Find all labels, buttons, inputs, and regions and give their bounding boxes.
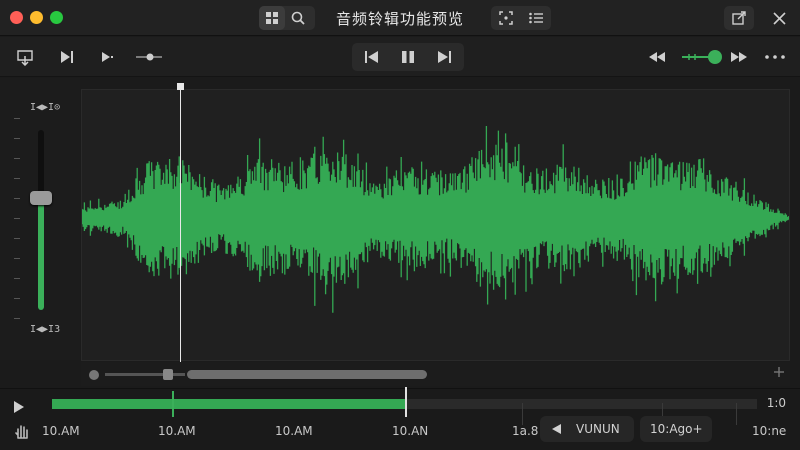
share-icon: [732, 11, 746, 25]
skip-back-button[interactable]: [354, 43, 390, 71]
gain-slider-thumb[interactable]: [30, 191, 52, 206]
gain-ticks: [14, 118, 22, 319]
time-label-3: 10.AM: [275, 424, 313, 438]
list-icon: [529, 12, 543, 24]
title-bar: 音频铃辑功能预览: [0, 0, 800, 36]
more-icon: [765, 55, 785, 59]
zoom-dot[interactable]: [89, 370, 99, 380]
skip-back-icon: [365, 51, 378, 63]
waveform-view[interactable]: [81, 89, 790, 361]
timeline-position-marker[interactable]: [404, 387, 407, 417]
focus-icon: [499, 11, 513, 25]
time-label-2: 10.AM: [158, 424, 196, 438]
volume-slider[interactable]: [680, 45, 724, 69]
fast-forward-icon: [731, 52, 747, 62]
play-icon: [102, 52, 113, 62]
pause-icon: [402, 51, 414, 63]
gain-top-label: Ι◀▶Ι⊙: [30, 102, 61, 113]
playhead[interactable]: [180, 84, 181, 368]
search-icon: [291, 11, 305, 25]
plus-icon: [774, 367, 784, 377]
more-button[interactable]: [762, 45, 788, 69]
play-next-button[interactable]: [56, 45, 78, 69]
timeline: 1:0 10.AM 10.AM 10.AM 10.AN 1a.8 VUNUN 1…: [0, 387, 800, 450]
grid-icon: [266, 12, 278, 24]
timeline-progress: [52, 399, 405, 409]
view-search-group: [259, 6, 315, 30]
zoom-in-button[interactable]: [774, 365, 784, 381]
waveform-graphic: [82, 126, 789, 313]
timeline-tick: [736, 403, 737, 425]
level-icon: [136, 53, 162, 61]
window-title: 音频铃辑功能预览: [0, 8, 800, 29]
triangle-left-icon: [552, 424, 561, 434]
timeline-start-marker[interactable]: [172, 391, 174, 417]
level-control[interactable]: [134, 45, 164, 69]
time-pill[interactable]: 10:Ago+: [640, 416, 712, 442]
rewind-icon: [649, 52, 665, 62]
minimize-window-button[interactable]: [30, 11, 43, 24]
skip-forward-icon: [438, 51, 451, 63]
search-button[interactable]: [285, 6, 311, 30]
import-button[interactable]: [14, 45, 36, 69]
time-label-8: 10:ne: [752, 424, 787, 438]
hand-tool-button[interactable]: [14, 423, 30, 439]
grid-view-button[interactable]: [259, 6, 285, 30]
volume-slider-icon: [682, 50, 722, 64]
share-group: [724, 6, 754, 30]
window-title-text: 音频铃辑功能预览: [335, 10, 464, 28]
close-button[interactable]: [768, 6, 790, 30]
time-label-4: 10.AN: [392, 424, 429, 438]
zoom-window-button[interactable]: [50, 11, 63, 24]
skip-forward-button[interactable]: [426, 43, 462, 71]
nav-pill[interactable]: VUNUN: [540, 416, 634, 442]
fast-forward-button[interactable]: [728, 45, 750, 69]
nav-pill-text: VUNUN: [576, 422, 620, 436]
playhead-top-handle[interactable]: [177, 83, 184, 90]
transport-group: [352, 43, 464, 71]
import-icon: [17, 50, 33, 66]
share-button[interactable]: [724, 6, 754, 30]
hand-icon: [15, 425, 28, 439]
play-icon: [14, 401, 24, 413]
close-window-button[interactable]: [10, 11, 23, 24]
timeline-play-button[interactable]: [12, 399, 26, 413]
waveform-scroll-row: [81, 362, 790, 386]
toolbar: [0, 37, 800, 77]
close-icon: [772, 11, 786, 25]
timeline-total: 1:0: [766, 396, 786, 410]
zoom-slider-track[interactable]: [105, 373, 185, 376]
gain-slider-fill: [38, 198, 44, 310]
view-mode-group: [491, 6, 551, 30]
play-next-icon: [61, 51, 73, 63]
list-button[interactable]: [521, 6, 551, 30]
play-button[interactable]: [96, 45, 118, 69]
pause-button[interactable]: [390, 43, 426, 71]
focus-button[interactable]: [491, 6, 521, 30]
gain-slider-track[interactable]: [38, 130, 44, 310]
rewind-button[interactable]: [646, 45, 668, 69]
gain-strip: Ι◀▶Ι⊙ Ι◀▶Ι3: [0, 78, 80, 360]
horizontal-scrollbar-thumb[interactable]: [187, 370, 427, 379]
gain-bottom-label: Ι◀▶Ι3: [30, 324, 61, 335]
time-label-5: 1a.8: [512, 424, 539, 438]
time-label-1: 10.AM: [42, 424, 80, 438]
zoom-slider-thumb[interactable]: [163, 369, 173, 380]
timeline-tick: [522, 403, 523, 425]
